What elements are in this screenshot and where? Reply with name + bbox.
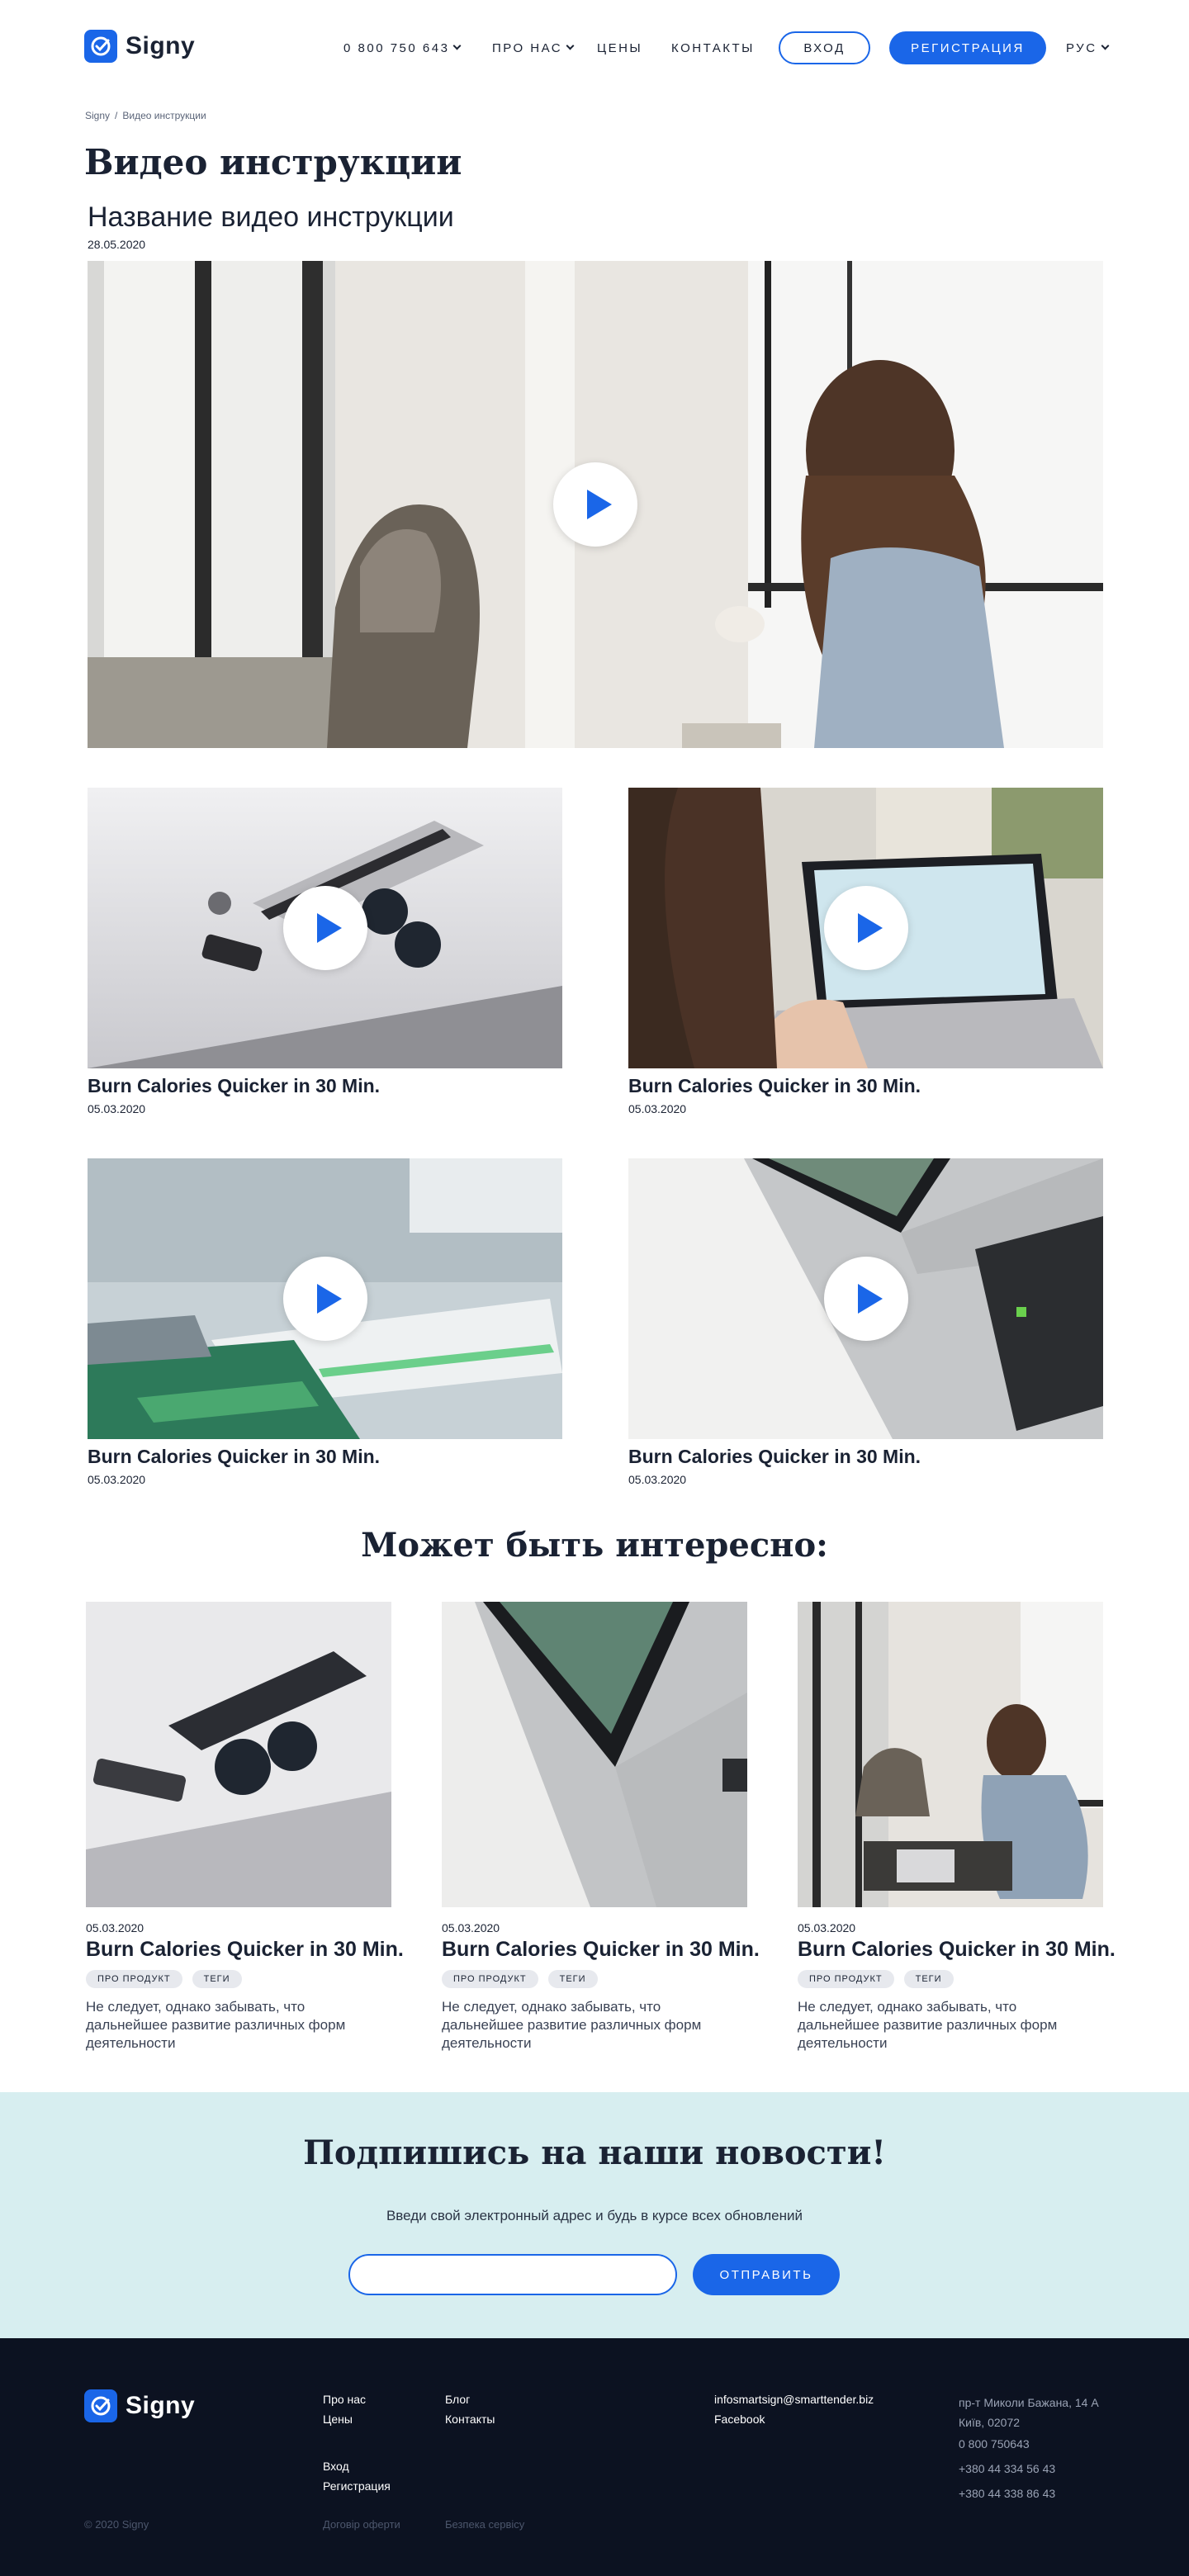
- footer-logo[interactable]: Signy: [84, 2389, 195, 2422]
- login-button[interactable]: ВХОД: [779, 31, 870, 64]
- site-header: Signy 0 800 750 643 ПРО НАС ЦЕНЫ КОНТАКТ…: [0, 0, 1189, 96]
- breadcrumb-current: Видео инструкции: [122, 110, 206, 121]
- related-card-title[interactable]: Burn Calories Quicker in 30 Min.: [442, 1938, 760, 1962]
- subscribe-text: Введи свой электронный адрес и будь в ку…: [386, 2208, 803, 2223]
- tag[interactable]: ТЕГИ: [192, 1970, 242, 1988]
- card-thumbnail-headphones: [86, 1602, 391, 1907]
- breadcrumb-home[interactable]: Signy: [85, 110, 110, 121]
- chevron-down-icon: [566, 41, 575, 50]
- nav-phone[interactable]: 0 800 750 643: [343, 31, 462, 64]
- related-card-date: 05.03.2020: [798, 1921, 856, 1934]
- card-thumbnail-woman-window: [798, 1602, 1103, 1907]
- nav-prices-label: ЦЕНЫ: [597, 40, 643, 55]
- nav-contacts-label: КОНТАКТЫ: [671, 40, 755, 55]
- video-title: Burn Calories Quicker in 30 Min.: [628, 1075, 921, 1096]
- chevron-down-icon: [452, 41, 462, 50]
- related-card-image[interactable]: [798, 1602, 1103, 1907]
- subscribe-title: Подпишись на наши новости!: [303, 2133, 886, 2172]
- footer-link-login[interactable]: Вход: [323, 2460, 349, 2473]
- play-button[interactable]: [282, 886, 367, 970]
- related-card-text: Не следует, однако забывать, что дальней…: [442, 1999, 702, 2051]
- play-button[interactable]: [823, 1257, 908, 1341]
- footer-link-blog[interactable]: Блог: [445, 2393, 470, 2406]
- footer-link-about[interactable]: Про нас: [323, 2393, 366, 2406]
- video-player-2[interactable]: [628, 788, 1103, 1068]
- site-footer: Signy Про нас Цены Блог Контакты Вход Ре…: [0, 2338, 1189, 2576]
- video-player-1[interactable]: [88, 788, 562, 1068]
- phone-number: 0 800 750 643: [343, 40, 450, 55]
- related-card-date: 05.03.2020: [442, 1921, 500, 1934]
- footer-phone[interactable]: 0 800 750643: [959, 2437, 1030, 2451]
- page: { "header": { "logo_text": "Signy", "pho…: [0, 0, 1189, 2576]
- related-card-text: Не следует, однако забывать, что дальней…: [798, 1999, 1058, 2051]
- related-card-image[interactable]: [86, 1602, 391, 1907]
- footer-link-security[interactable]: Безпека сервісу: [445, 2518, 524, 2531]
- related-card-title[interactable]: Burn Calories Quicker in 30 Min.: [798, 1938, 1116, 1962]
- footer-phone[interactable]: +380 44 338 86 43: [959, 2487, 1055, 2500]
- related-card-title[interactable]: Burn Calories Quicker in 30 Min.: [86, 1938, 404, 1962]
- language-label: РУС: [1066, 40, 1097, 55]
- related-section-title: Может быть интересно:: [361, 1526, 828, 1565]
- related-card-image[interactable]: [442, 1602, 747, 1907]
- main-video-player[interactable]: [88, 261, 1103, 748]
- logo[interactable]: Signy: [84, 30, 195, 63]
- footer-link-register[interactable]: Регистрация: [323, 2479, 391, 2493]
- footer-address: пр-т Миколи Бажана, 14 А Київ, 02072: [959, 2396, 1099, 2429]
- main-video-date: 28.05.2020: [88, 238, 146, 251]
- nav-about[interactable]: ПРО НАС: [492, 31, 575, 64]
- tag-list: ПРО ПРОДУКТ ТЕГИ: [86, 1970, 242, 1988]
- video-date: 05.03.2020: [628, 1102, 687, 1115]
- nav-about-label: ПРО НАС: [492, 40, 563, 55]
- video-player-4[interactable]: [628, 1158, 1103, 1439]
- play-button[interactable]: [282, 1257, 367, 1341]
- register-button[interactable]: РЕГИСТРАЦИЯ: [889, 31, 1046, 64]
- footer-copyright: © 2020 Signy: [84, 2518, 149, 2531]
- logo-check-icon: [84, 30, 117, 63]
- nav-contacts[interactable]: КОНТАКТЫ: [671, 31, 755, 64]
- footer-phone[interactable]: +380 44 334 56 43: [959, 2462, 1055, 2475]
- video-player-3[interactable]: [88, 1158, 562, 1439]
- tag-list: ПРО ПРОДУКТ ТЕГИ: [442, 1970, 598, 1988]
- video-date: 05.03.2020: [88, 1473, 146, 1486]
- footer-facebook[interactable]: Facebook: [714, 2413, 765, 2426]
- main-video-title: Название видео инструкции: [88, 201, 454, 233]
- tag[interactable]: ТЕГИ: [903, 1970, 954, 1988]
- footer-link-prices[interactable]: Цены: [323, 2413, 353, 2426]
- footer-email[interactable]: infosmartsign@smarttender.biz: [714, 2393, 874, 2406]
- chevron-down-icon: [1101, 41, 1109, 50]
- tag[interactable]: ПРО ПРОДУКТ: [798, 1970, 894, 1988]
- footer-link-contacts[interactable]: Контакты: [445, 2413, 495, 2426]
- video-title: Burn Calories Quicker in 30 Min.: [628, 1446, 921, 1467]
- subscribe-section: Подпишись на наши новости! Введи свой эл…: [0, 2092, 1189, 2338]
- related-card-text: Не следует, однако забывать, что дальней…: [86, 1999, 346, 2051]
- logo-check-icon: [84, 2389, 117, 2422]
- logo-text: Signy: [126, 32, 196, 59]
- footer-link-offer[interactable]: Договір оферти: [323, 2518, 400, 2531]
- video-title: Burn Calories Quicker in 30 Min.: [88, 1075, 381, 1096]
- footer-logo-text: Signy: [126, 2392, 196, 2419]
- tag[interactable]: ПРО ПРОДУКТ: [86, 1970, 182, 1988]
- video-date: 05.03.2020: [88, 1102, 146, 1115]
- video-title: Burn Calories Quicker in 30 Min.: [88, 1446, 381, 1467]
- page-title: Видео инструкции: [84, 142, 462, 182]
- tag[interactable]: ТЕГИ: [547, 1970, 598, 1988]
- email-input[interactable]: [348, 2254, 677, 2295]
- tag[interactable]: ПРО ПРОДУКТ: [442, 1970, 538, 1988]
- breadcrumb-separator: /: [115, 110, 118, 121]
- related-card-date: 05.03.2020: [86, 1921, 144, 1934]
- play-button[interactable]: [823, 886, 908, 970]
- language-select[interactable]: РУС: [1066, 31, 1109, 64]
- tag-list: ПРО ПРОДУКТ ТЕГИ: [798, 1970, 954, 1988]
- play-button[interactable]: [553, 462, 637, 547]
- nav-prices[interactable]: ЦЕНЫ: [597, 31, 642, 64]
- card-thumbnail-macbook: [442, 1602, 747, 1907]
- send-button[interactable]: ОТПРАВИТЬ: [693, 2254, 840, 2295]
- breadcrumb: Signy / Видео инструкции: [85, 110, 206, 121]
- video-date: 05.03.2020: [628, 1473, 687, 1486]
